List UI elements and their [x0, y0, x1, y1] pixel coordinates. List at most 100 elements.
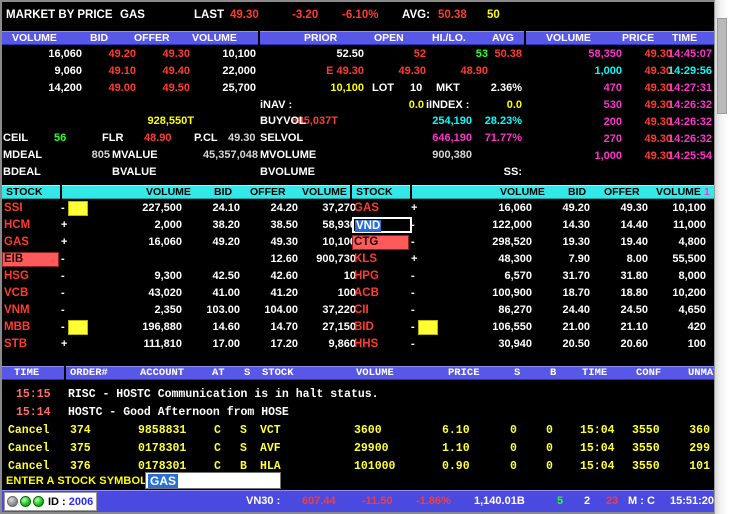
col-trade-volume: VOLUME — [546, 32, 591, 44]
watchlist-bid: 31.70 — [562, 270, 590, 282]
watchlist-flag-box — [68, 320, 88, 335]
col-bid: BID — [90, 32, 109, 44]
watchlist-volume: 106,550 — [492, 321, 532, 333]
stat-e-prior: E 49.30 — [326, 65, 364, 77]
watchlist-bid: 19.30 — [562, 236, 590, 248]
advancers-count: 5 — [557, 495, 564, 507]
watchlist-volume2: 900,730 — [316, 253, 356, 265]
clock: 15:51:20 — [670, 495, 714, 507]
watchlist-volume2: 27,150 — [322, 321, 356, 333]
stat-open: 52 — [413, 48, 426, 60]
mvolume-value: 900,380 — [432, 149, 472, 161]
watchlist-symbol[interactable]: HSG — [4, 270, 29, 282]
vertical-scrollbar[interactable] — [714, 0, 728, 514]
orders-time-header: TIME — [2, 366, 64, 380]
book-volume-2: 9,060 — [54, 65, 82, 77]
watchlist-symbol[interactable]: ACB — [354, 287, 379, 299]
buyvol-percent: 28.23% — [484, 115, 522, 127]
order-at: C — [214, 442, 221, 455]
order-s: 0 — [510, 460, 517, 473]
watchlist-symbol[interactable]: GAS — [4, 236, 29, 248]
decliners-count: 23 — [606, 495, 619, 507]
order-volume: 101000 — [354, 460, 396, 473]
watchlist-symbol[interactable]: CTG — [354, 236, 378, 248]
book-header: VOLUME BID OFFER VOLUME — [2, 31, 258, 45]
bvalue-label: BVALUE — [112, 166, 157, 178]
watchlist-volume2: 4,800 — [678, 236, 706, 248]
watchlist-symbol[interactable]: SSI — [4, 202, 23, 214]
watchlist-symbol[interactable]: HPG — [354, 270, 379, 282]
order-time: 15:04 — [580, 442, 615, 455]
col-trade-time: TIME — [672, 32, 698, 44]
mdeal-value: 805 — [91, 149, 110, 161]
connection-id-chip[interactable]: ID : 2006 — [4, 492, 98, 511]
scrollbar-thumb[interactable] — [717, 18, 727, 114]
watchlist-change-flag: + — [61, 338, 68, 350]
watchlist-volume2: 10,100 — [672, 202, 706, 214]
stock-symbol-input[interactable]: GAS — [145, 472, 281, 489]
iindex-value: 0.0 — [506, 99, 522, 111]
watchlist-symbol[interactable]: HHS — [354, 338, 378, 350]
avg-label: AVG: — [402, 9, 430, 21]
watchlist-volume2: 37,270 — [322, 202, 356, 214]
col-ord-b: B — [550, 367, 557, 379]
watchlist-left-stock-header: STOCK — [2, 185, 60, 199]
watchlist-symbol[interactable]: VCB — [4, 287, 28, 299]
order-number: 375 — [70, 442, 91, 455]
mvalue-value: 45,357,048 — [202, 149, 258, 161]
watchlist-symbol[interactable]: MBB — [4, 321, 30, 333]
watchlist-symbol[interactable]: GAS — [354, 202, 379, 214]
watchlist-change-flag: + — [411, 202, 418, 214]
watchlist-change-flag: + — [61, 236, 68, 248]
trade-volume: 270 — [603, 133, 622, 145]
watchlist-symbol[interactable]: KLS — [354, 253, 377, 265]
watchlist-volume: 122,000 — [492, 219, 532, 231]
log-message-text: HOSTC - Good Afternoon from HOSE — [68, 406, 289, 419]
watchlist-bid: 103.00 — [206, 304, 240, 316]
order-volume: 29900 — [354, 442, 389, 455]
watchlist-flag-box — [68, 201, 88, 216]
col-wr-volume: VOLUME — [500, 186, 545, 198]
watchlist-symbol[interactable]: EIB — [4, 253, 23, 265]
book-volume2-3: 25,700 — [222, 82, 256, 94]
log-message-time: 15:15 — [16, 388, 51, 401]
watchlist-symbol-input[interactable]: VND — [352, 217, 412, 233]
watchlist-volume: 86,270 — [498, 304, 532, 316]
col-stock-left: STOCK — [6, 186, 43, 198]
buyvol-label: BUYVOL — [260, 115, 306, 127]
watchlist-change-flag: - — [61, 253, 65, 265]
watchlist-right-header: VOLUME BID OFFER VOLUME 1 — [412, 185, 714, 199]
watchlist-symbol[interactable]: HCM — [4, 219, 30, 231]
book-bid-3: 49.00 — [108, 82, 136, 94]
watchlist-bid: 20.50 — [562, 338, 590, 350]
watchlist-volume: 2,000 — [154, 219, 182, 231]
col-wr-offer: OFFER — [604, 186, 640, 198]
index-label: VN30 : — [246, 495, 281, 507]
trade-time: 14:27:31 — [667, 82, 712, 94]
inav-label: iNAV : — [260, 99, 293, 111]
book-offer-1: 49.30 — [162, 48, 190, 60]
stock-symbol-value[interactable]: GAS — [148, 474, 179, 488]
col-hilo: HI./LO. — [432, 32, 466, 44]
selvol-value: 646,190 — [432, 132, 472, 144]
watchlist-bid: 24.10 — [212, 202, 240, 214]
ss-label: SS: — [503, 166, 522, 178]
order-unmatch: 101 — [689, 460, 710, 473]
watchlist-symbol[interactable]: BID — [354, 321, 374, 333]
stat-lot-label: LOT — [372, 82, 394, 94]
watchlist-symbol[interactable]: VNM — [4, 304, 30, 316]
watchlist-symbol[interactable]: CII — [354, 304, 369, 316]
watchlist-symbol[interactable]: STB — [4, 338, 27, 350]
watchlist-volume: 43,020 — [148, 287, 182, 299]
col-ord-conf: CONF — [636, 367, 662, 379]
watchlist-symbol-value[interactable]: VND — [355, 220, 382, 232]
book-volume-1: 16,060 — [48, 48, 82, 60]
book-offer-3: 49.50 — [162, 82, 190, 94]
watchlist-volume: 100,900 — [492, 287, 532, 299]
watchlist-volume2: 11,000 — [672, 219, 706, 231]
watchlist-change-flag: - — [411, 304, 415, 316]
watchlist-volume2: 8,000 — [678, 270, 706, 282]
mvolume-label: MVOLUME — [260, 149, 317, 161]
watchlist-volume2: 10,200 — [672, 287, 706, 299]
iindex-label: iINDEX : — [426, 99, 470, 111]
